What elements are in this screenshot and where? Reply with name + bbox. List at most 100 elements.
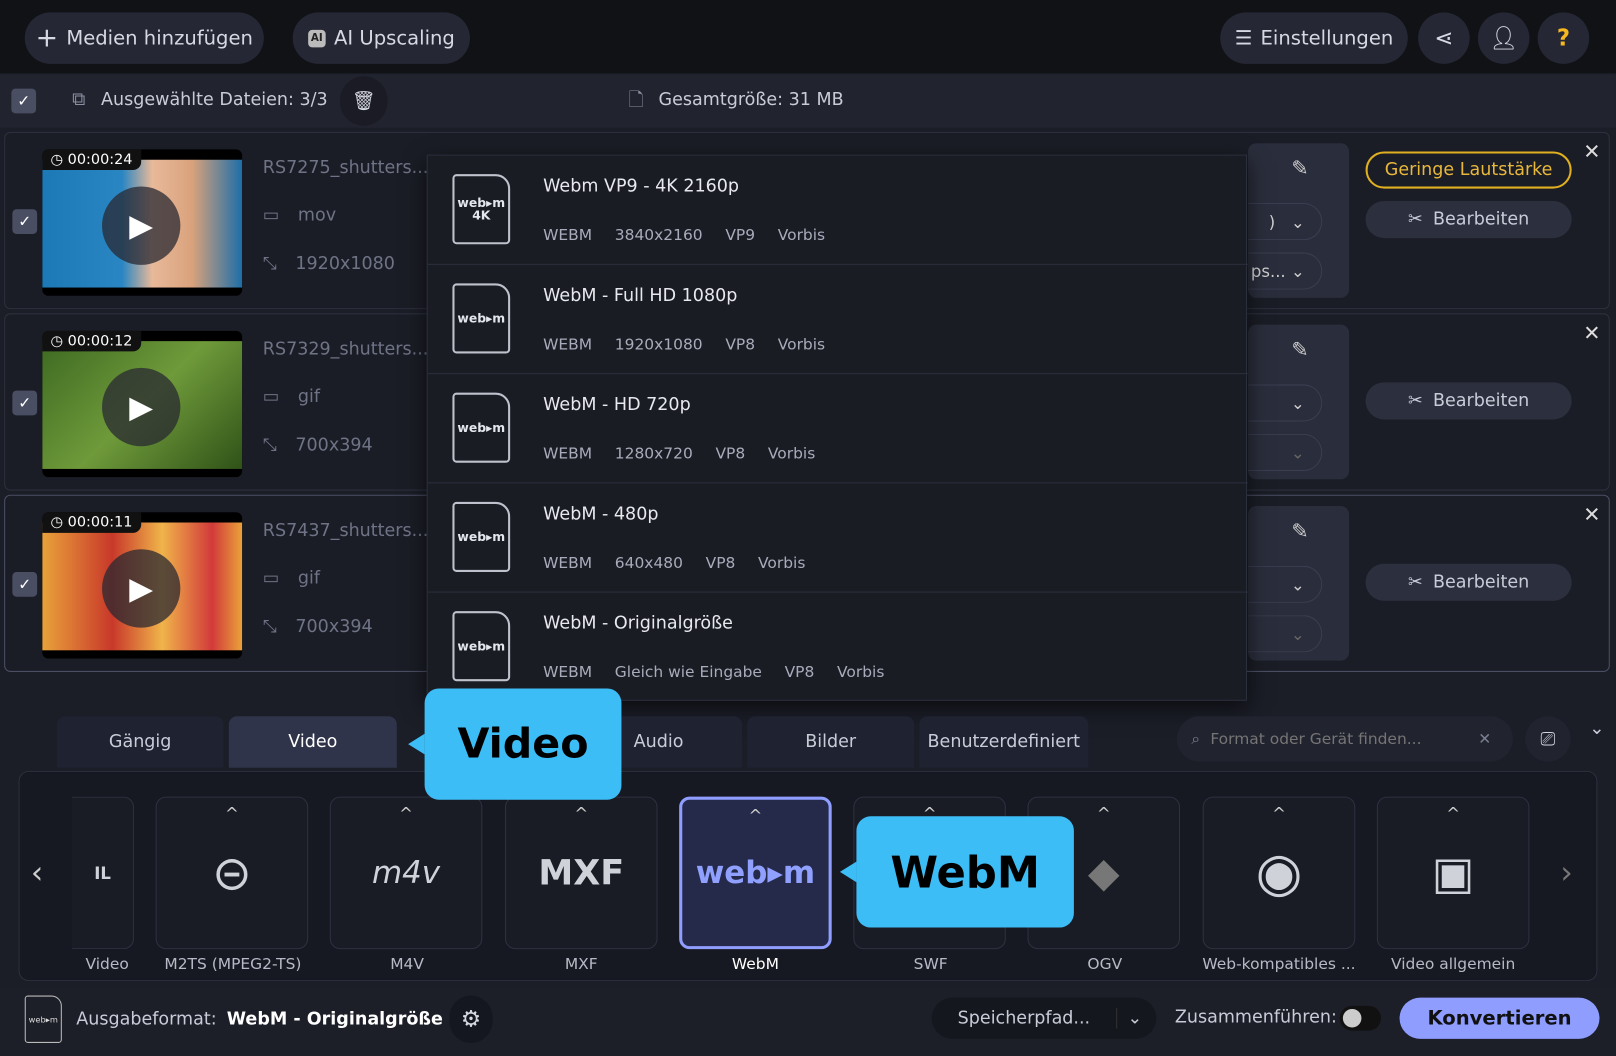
play-icon[interactable]: ▶ xyxy=(102,367,181,447)
file-checkbox[interactable]: ✓ xyxy=(12,390,38,416)
preset-item[interactable]: web▸m 4K Webm VP9 - 4K 2160p WEBM 3840x2160 V… xyxy=(427,156,1249,265)
subtitle-dropdown[interactable]: ⌄ xyxy=(1248,433,1323,471)
file-checkbox[interactable]: ✓ xyxy=(12,571,38,597)
subtitle-dropdown[interactable]: ps... ⌄ xyxy=(1248,252,1323,290)
file-resolution: 700x394 xyxy=(295,434,373,456)
file-resolution: 1920x1080 xyxy=(295,253,395,275)
close-icon[interactable]: ✕ xyxy=(1583,502,1600,527)
edit-button[interactable]: ✂ Bearbeiten xyxy=(1365,382,1572,420)
edit-button[interactable]: ✂ Bearbeiten xyxy=(1365,200,1572,239)
bottom-bar: web▸m Ausgabeformat: WebM - Originalgröß… xyxy=(0,987,1616,1056)
file-name: RS7275_shutters... xyxy=(262,157,429,179)
format-tile-video-general[interactable]: ^ ▣ xyxy=(1376,796,1530,950)
format-label: WebM xyxy=(731,954,779,973)
low-volume-badge[interactable]: Geringe Lautstärke xyxy=(1365,151,1572,189)
format-search[interactable]: ⌕✕ xyxy=(1176,716,1513,762)
preset-container: WEBM xyxy=(543,662,593,682)
preset-item[interactable]: web▸m WebM - Originalgröße WEBM Gleich wie … xyxy=(428,593,1248,702)
tab-custom[interactable]: Benutzerdefiniert xyxy=(919,716,1089,768)
files-icon: ⧉ xyxy=(72,88,86,111)
delete-button[interactable]: 🗑︎ xyxy=(340,76,388,126)
scroll-left-icon[interactable]: ‹ xyxy=(31,855,43,891)
scissors-icon: ✂ xyxy=(1407,209,1423,230)
search-input[interactable] xyxy=(1210,729,1468,749)
total-size: Gesamtgröße: 31 MB xyxy=(658,89,844,111)
gear-icon: ⚙ xyxy=(460,1006,482,1033)
format-tile-video[interactable]: IL xyxy=(72,796,134,950)
format-tile-mxf[interactable]: ^ MXF xyxy=(504,796,658,950)
format-tile-webm[interactable]: ^ web▸m xyxy=(679,796,832,950)
webm-logo: web▸m xyxy=(695,854,816,891)
close-icon[interactable]: ✕ xyxy=(1583,321,1600,346)
resize-icon: ⤡ xyxy=(262,253,277,275)
audio-dropdown[interactable]: ⌄ xyxy=(1248,384,1323,422)
format-label: SWF xyxy=(913,954,948,973)
tab-common[interactable]: Gängig xyxy=(56,716,224,768)
edit-button[interactable]: ✂ Bearbeiten xyxy=(1365,563,1572,601)
webcam-icon: ◉ xyxy=(1255,842,1303,904)
webm-file-icon: web▸m xyxy=(452,283,511,354)
trash-icon: 🗑︎ xyxy=(352,90,376,112)
format-label: MXF xyxy=(564,954,598,973)
selected-files-count: Ausgewählte Dateien: 3/3 xyxy=(100,89,328,111)
preset-container: WEBM xyxy=(543,444,593,463)
file-format: gif xyxy=(297,567,321,589)
pencil-icon[interactable]: ✎ xyxy=(1291,337,1308,362)
file-checkbox[interactable]: ✓ xyxy=(12,209,38,234)
top-toolbar: + Medien hinzufügen AI AI Upscaling ☰ Einst… xyxy=(0,0,1616,74)
webm-file-icon: web▸m xyxy=(452,392,511,463)
preset-item[interactable]: web▸m WebM - Full HD 1080p WEBM 1920x1080 VP… xyxy=(427,265,1249,375)
subtitle-dropdown[interactable]: ⌄ xyxy=(1248,615,1323,653)
resize-icon: ⤡ xyxy=(262,616,277,637)
format-label: OGV xyxy=(1087,954,1123,973)
settings-button[interactable]: ☰ Einstellungen xyxy=(1220,12,1408,64)
video-thumbnail[interactable]: ◷ 00:00:11 ▶ xyxy=(42,512,243,659)
help-button[interactable]: ? xyxy=(1537,12,1590,64)
format-tile-m2ts[interactable]: ^ ⊝ xyxy=(155,796,309,950)
scissors-icon: ✂ xyxy=(1407,571,1423,593)
duration: 00:00:12 xyxy=(67,332,133,350)
preset-video-codec: VP8 xyxy=(705,553,736,572)
pencil-icon[interactable]: ✎ xyxy=(1291,518,1308,543)
preset-video-codec: VP8 xyxy=(725,334,756,354)
select-all-checkbox[interactable]: ✓ xyxy=(11,88,37,114)
format-settings-button[interactable]: ⚙ xyxy=(449,995,493,1043)
audio-value: ) xyxy=(1268,211,1276,232)
preset-video-codec: VP8 xyxy=(715,444,746,463)
format-tile-web[interactable]: ^ ◉ xyxy=(1202,796,1356,950)
preset-resolution: 640x480 xyxy=(614,553,683,572)
play-icon[interactable]: ▶ xyxy=(102,549,181,628)
close-icon[interactable]: ✕ xyxy=(1583,139,1600,164)
tab-video[interactable]: Video xyxy=(228,716,397,768)
preset-container: WEBM xyxy=(543,553,593,572)
pencil-icon[interactable]: ✎ xyxy=(1291,156,1308,181)
duration-badge: ◷ 00:00:11 xyxy=(42,512,141,533)
collapse-chevron-icon[interactable]: ⌄ xyxy=(1589,717,1605,739)
chevron-down-icon: ⌄ xyxy=(1127,1007,1143,1029)
preset-title: WebM - 480p xyxy=(543,503,659,525)
share-button[interactable]: ⋖ xyxy=(1418,12,1470,64)
format-tile-m4v[interactable]: ^ m4v xyxy=(329,796,483,950)
save-path-label: Speicherpfad... xyxy=(932,1007,1118,1029)
account-button[interactable]: 👤︎ xyxy=(1477,12,1530,64)
play-icon[interactable]: ▶ xyxy=(102,186,181,265)
duration: 00:00:11 xyxy=(67,514,133,531)
device-detect-button[interactable]: ⎚ xyxy=(1525,716,1571,762)
convert-button[interactable]: Konvertieren xyxy=(1399,997,1600,1039)
save-path-dropdown[interactable]: Speicherpfad... ⌄ xyxy=(931,997,1157,1039)
scroll-right-icon[interactable]: › xyxy=(1560,855,1572,891)
tab-images[interactable]: Bilder xyxy=(747,716,915,768)
ai-upscaling-button[interactable]: AI AI Upscaling xyxy=(292,12,470,64)
webm-file-icon: web▸m xyxy=(452,501,511,572)
merge-toggle[interactable] xyxy=(1339,1005,1382,1031)
preset-item[interactable]: web▸m WebM - 480p WEBM 640x480 VP8 Vorbis xyxy=(427,483,1249,593)
preset-item[interactable]: web▸m WebM - HD 720p WEBM 1280x720 VP8 Vorbis xyxy=(427,374,1249,484)
resize-icon: ⤡ xyxy=(262,434,277,456)
add-media-button[interactable]: + Medien hinzufügen xyxy=(24,12,264,64)
audio-dropdown[interactable]: ) ⌄ xyxy=(1248,203,1323,241)
video-thumbnail[interactable]: ◷ 00:00:24 ▶ xyxy=(42,149,243,296)
audio-dropdown[interactable]: ⌄ xyxy=(1248,565,1323,603)
ogv-fish-logo: ◆ xyxy=(1087,849,1120,897)
video-thumbnail[interactable]: ◷ 00:00:12 ▶ xyxy=(42,330,243,478)
clear-icon[interactable]: ✕ xyxy=(1478,730,1491,749)
